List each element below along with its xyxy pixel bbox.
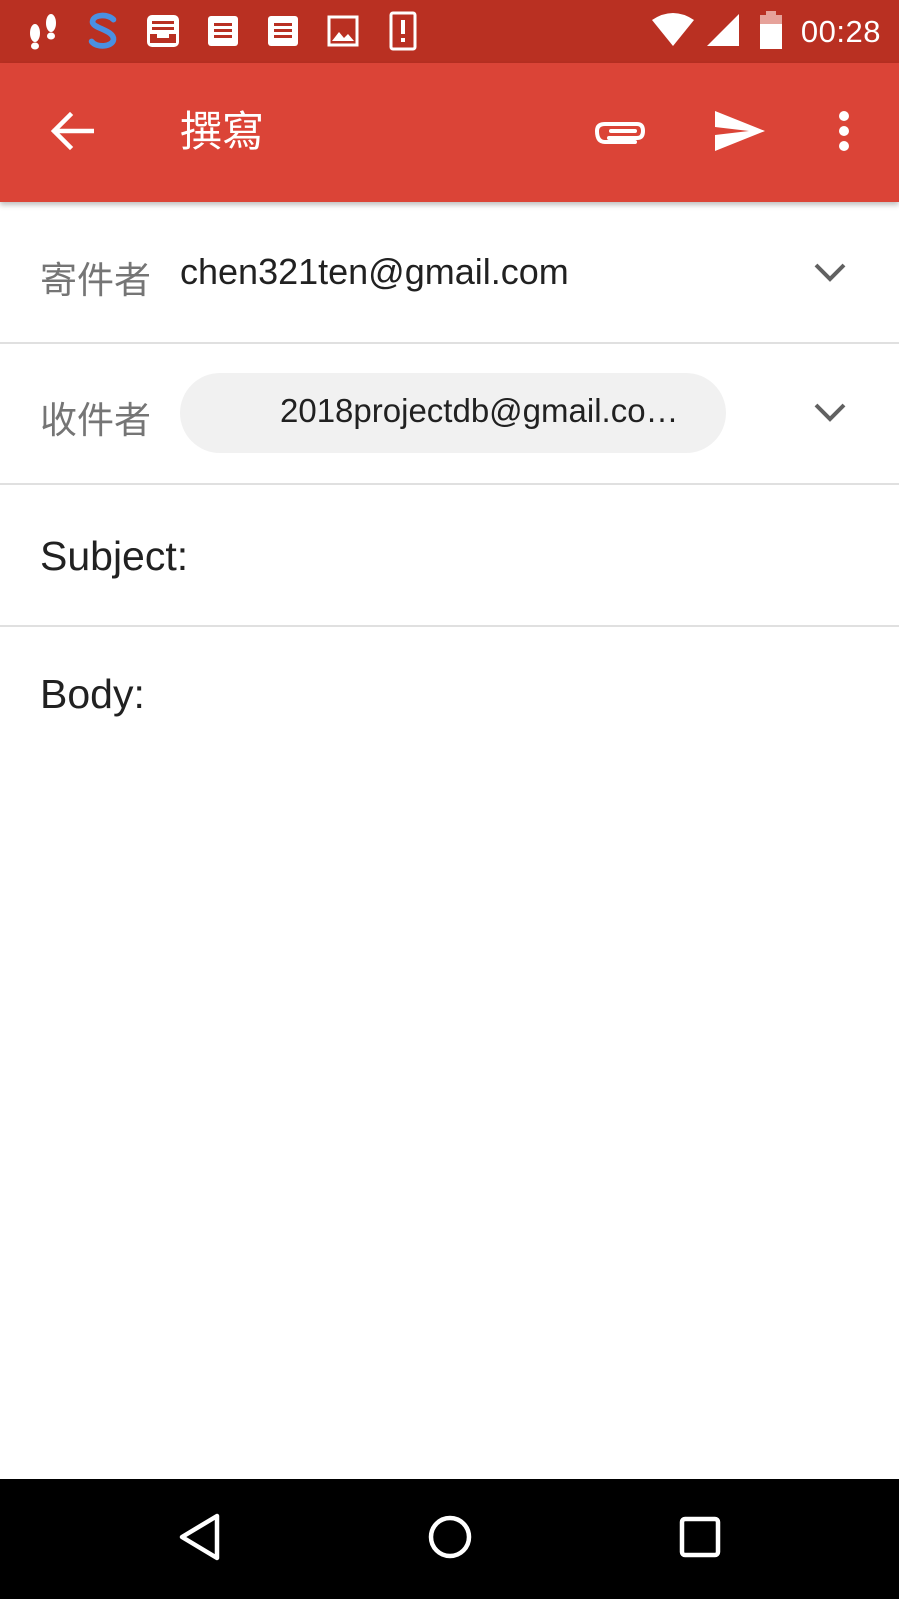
notification-icons [24, 10, 444, 52]
wifi-icon [651, 12, 695, 52]
recipient-chip[interactable]: 2018projectdb@gmail.co… [180, 373, 726, 453]
subject-input[interactable] [220, 525, 860, 587]
document-icon [204, 10, 242, 52]
system-icons: 00:28 [651, 0, 881, 63]
from-account[interactable]: chen321ten@gmail.com [180, 251, 569, 293]
nav-back-icon [177, 1512, 223, 1566]
back-button[interactable] [44, 105, 100, 161]
app-bar: 撰寫 [0, 63, 899, 202]
recipient-chip-label: 2018projectdb@gmail.co… [280, 392, 679, 429]
send-icon [713, 109, 767, 157]
to-label: 收件者 [40, 399, 151, 442]
from-row: 寄件者 chen321ten@gmail.com [0, 202, 899, 344]
back-arrow-icon [50, 111, 95, 155]
to-expand-button[interactable] [808, 392, 852, 436]
from-label: 寄件者 [40, 259, 151, 302]
nav-back-button[interactable] [172, 1509, 228, 1569]
body-field[interactable]: Body: [0, 627, 899, 1477]
alert-icon [384, 10, 422, 52]
subject-row: Subject: [0, 485, 899, 627]
more-options-button[interactable] [820, 99, 868, 167]
cell-signal-icon [705, 12, 741, 52]
s-app-icon [84, 10, 122, 52]
inbox-tray-icon [144, 10, 182, 52]
status-bar: 00:28 [0, 0, 899, 63]
from-expand-button[interactable] [808, 252, 852, 296]
page-title: 撰寫 [180, 107, 265, 156]
send-button[interactable] [708, 103, 772, 163]
nav-home-button[interactable] [420, 1509, 480, 1569]
attach-icon [593, 116, 647, 150]
document-icon [264, 10, 302, 52]
footprints-icon [24, 10, 62, 52]
more-vert-icon [838, 110, 850, 156]
image-icon [324, 10, 362, 52]
chevron-down-icon [813, 261, 847, 287]
status-time: 00:28 [800, 13, 881, 49]
body-label: Body: [40, 671, 145, 717]
chevron-down-icon [813, 401, 847, 427]
navigation-bar [0, 1479, 899, 1599]
nav-recents-button[interactable] [672, 1509, 728, 1569]
attach-button[interactable] [588, 103, 652, 163]
battery-icon [759, 10, 783, 53]
to-row: 收件者 2018projectdb@gmail.co… [0, 344, 899, 485]
nav-home-icon [426, 1513, 474, 1565]
nav-recents-icon [678, 1515, 722, 1563]
subject-label: Subject: [40, 533, 189, 579]
